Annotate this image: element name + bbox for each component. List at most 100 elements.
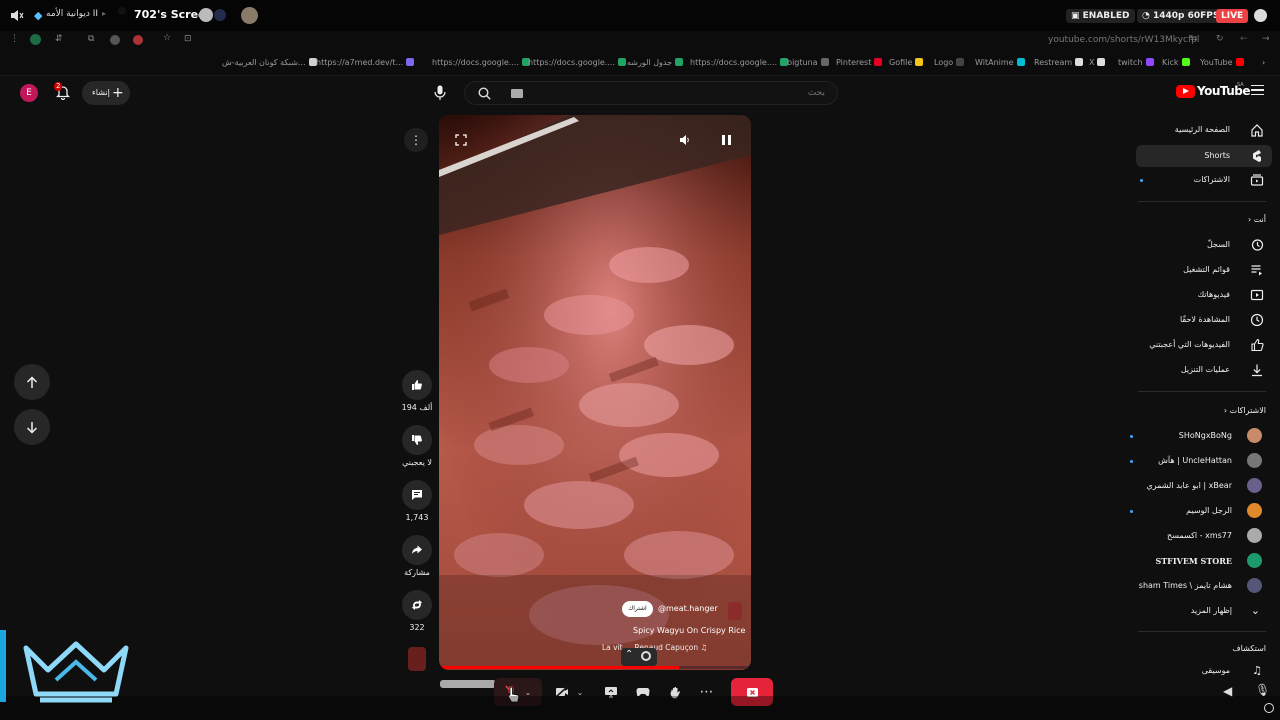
bookmark-item[interactable]: Gofile: [889, 58, 924, 67]
fullscreen-icon[interactable]: [455, 134, 467, 146]
account-avatar[interactable]: E: [20, 84, 38, 102]
bookmarks-more-icon[interactable]: ›: [1262, 58, 1265, 67]
sidebar-item-playlists[interactable]: قوائم التشغيل: [1138, 259, 1266, 281]
channel-name: هشام تايمز \ Hisham Times: [1138, 581, 1232, 590]
bookmark-favicon: [675, 58, 684, 66]
extension-icon[interactable]: [133, 35, 143, 45]
short-menu-button[interactable]: ⋮: [404, 128, 428, 152]
sidebar-show-more[interactable]: إظهار المزيد ⌄: [1122, 600, 1262, 622]
participants-toggle[interactable]: ⌃: [621, 648, 657, 666]
bookmark-item[interactable]: WitAnime: [975, 58, 1025, 67]
bookmark-item[interactable]: X: [1089, 58, 1106, 67]
subscriptions-section-heading[interactable]: › الاشتراكات: [1150, 406, 1266, 415]
youtube-logo-icon[interactable]: [1176, 85, 1195, 98]
like-action[interactable]: 194 ألف: [401, 370, 433, 412]
remix-button[interactable]: [402, 590, 432, 620]
bookmark-item[interactable]: https://a7med.dev/t...: [316, 58, 415, 67]
create-button[interactable]: إنشاء +: [82, 81, 130, 105]
channel-name: ابو عابد الشمري | xBear: [1146, 481, 1232, 490]
sidebar-channel[interactable]: STFIVEM STORE: [1122, 550, 1262, 572]
bookmark-item[interactable]: twitch: [1118, 58, 1154, 67]
you-section-heading[interactable]: › أنت: [1150, 215, 1266, 224]
bookmark-item[interactable]: https://docs.google....: [690, 58, 789, 67]
sidebar-item-history[interactable]: السجلّ: [1138, 234, 1266, 256]
remix-action[interactable]: 322: [401, 590, 433, 632]
pause-icon[interactable]: [728, 135, 731, 145]
sidebar-channel[interactable]: هآش | UncleHattan: [1122, 450, 1262, 472]
sidebar-channel[interactable]: ابو عابد الشمري | xBear: [1122, 475, 1262, 497]
sidebar-item-downloads[interactable]: عمليات التنزيل: [1138, 359, 1266, 381]
like-button[interactable]: [402, 370, 432, 400]
mic-icon[interactable]: 🎙: [1255, 683, 1270, 697]
reload-icon[interactable]: ↻: [1216, 34, 1224, 44]
dislike-action[interactable]: لا يعجبني: [401, 425, 433, 467]
bookmark-item[interactable]: Restream: [1034, 58, 1084, 67]
site-settings-icon[interactable]: ⇆: [1190, 34, 1198, 44]
share-action[interactable]: مشاركة: [401, 535, 433, 577]
sidebar-item-shorts[interactable]: Shorts: [1136, 145, 1272, 167]
sidebar-channel[interactable]: SHoNgxBoNg: [1122, 425, 1262, 447]
extension-icon[interactable]: [110, 35, 120, 45]
previous-short-button[interactable]: [14, 364, 50, 400]
comments-button[interactable]: [402, 480, 432, 510]
bookmark-item[interactable]: جدول الورشه: [627, 58, 684, 67]
sidebar-channel[interactable]: الرجل الوسيم: [1122, 500, 1262, 522]
comments-action[interactable]: 1,743: [401, 480, 433, 522]
sidebar-item-label: السجلّ: [1206, 240, 1230, 249]
channel-avatar[interactable]: [728, 602, 742, 620]
extension-icon[interactable]: ⇵: [55, 34, 63, 44]
search-icon[interactable]: [478, 87, 491, 100]
bookmark-item[interactable]: https://docs.google....: [432, 58, 531, 67]
extension-icon[interactable]: ⧉: [88, 34, 94, 44]
chat-icon[interactable]: [1254, 9, 1267, 22]
overlay-accent-bar: [0, 630, 6, 702]
speaker-icon[interactable]: [10, 9, 24, 22]
sidebar-channel[interactable]: اكسمسح - xms77: [1122, 525, 1262, 547]
extension-icon[interactable]: [30, 34, 41, 45]
sidebar-item-your-videos[interactable]: فيديوهاتك: [1138, 284, 1266, 306]
install-icon[interactable]: ⊡: [184, 34, 192, 44]
channel-handle[interactable]: @meat.hanger: [658, 604, 718, 613]
channel-avatar: [1247, 553, 1262, 568]
search-box[interactable]: [464, 81, 838, 105]
sidebar-item-liked-videos[interactable]: الفيديوهات التي أعجبتني: [1126, 334, 1266, 356]
sidebar-item-home[interactable]: الصفحة الرئيسية: [1138, 119, 1266, 141]
sidebar-item-music[interactable]: موسيقى ♫: [1138, 660, 1266, 682]
next-short-button[interactable]: [14, 409, 50, 445]
bookmark-item[interactable]: Kick: [1162, 58, 1190, 67]
bookmark-item[interactable]: Pinterest: [836, 58, 883, 67]
bookmark-item[interactable]: bigtuna: [787, 58, 829, 67]
star-icon[interactable]: ☆: [163, 33, 171, 43]
notifications-button[interactable]: 2: [54, 82, 71, 104]
enabled-label: ENABLED: [1082, 11, 1130, 21]
volume-icon[interactable]: [679, 134, 691, 146]
sound-thumbnail[interactable]: [408, 647, 426, 671]
clock-icon: [1250, 313, 1264, 327]
search-input[interactable]: [505, 85, 825, 101]
viewer-avatar: [214, 9, 226, 21]
dislike-button[interactable]: [402, 425, 432, 455]
bookmark-label: YouTube: [1200, 58, 1233, 67]
back-icon[interactable]: →: [1262, 34, 1270, 44]
forward-icon[interactable]: ←: [1240, 34, 1248, 44]
sidebar-channel[interactable]: هشام تايمز \ Hisham Times: [1138, 575, 1262, 597]
voice-search-icon[interactable]: [434, 85, 446, 100]
next-short-peek: [440, 680, 496, 688]
settings-gear-icon[interactable]: [1264, 703, 1274, 713]
short-title[interactable]: Spicy Wagyu On Crispy Rice: [633, 626, 745, 635]
pause-icon[interactable]: [722, 135, 725, 145]
sidebar-item-label: موسيقى: [1201, 666, 1230, 675]
speaker-icon[interactable]: ◀: [1223, 684, 1232, 698]
menu-dots-icon[interactable]: ⋮: [10, 34, 19, 44]
bookmark-item[interactable]: YouTube: [1200, 58, 1244, 67]
short-video-player[interactable]: @meat.hanger اشتراك Spicy Wagyu On Crisp…: [439, 115, 751, 670]
bookmark-item[interactable]: Logo: [934, 58, 965, 67]
hamburger-menu-icon[interactable]: [1251, 85, 1264, 95]
share-button[interactable]: [402, 535, 432, 565]
subscribe-button[interactable]: اشتراك: [622, 601, 653, 617]
bookmark-item[interactable]: https://docs.google....: [528, 58, 627, 67]
address-bar[interactable]: youtube.com/shorts/rW13Mkycfpl: [1048, 35, 1199, 45]
sidebar-item-watch-later[interactable]: المشاهدة لاحقًا: [1138, 309, 1266, 331]
sidebar-item-subscriptions[interactable]: الاشتراكات: [1138, 169, 1266, 191]
bookmark-item[interactable]: شبكة كونان العربية-ش...: [222, 58, 317, 67]
